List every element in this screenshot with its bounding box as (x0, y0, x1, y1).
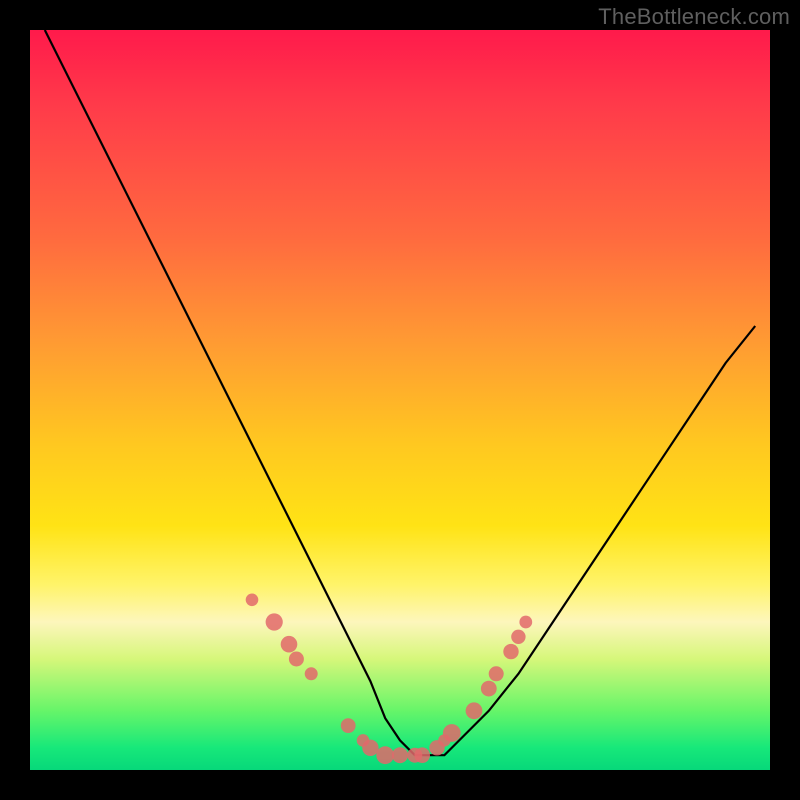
curve-svg (30, 30, 770, 770)
salmon-dot (246, 594, 259, 607)
chart-frame: TheBottleneck.com (0, 0, 800, 800)
salmon-dot (503, 644, 518, 659)
salmon-dot (481, 681, 497, 697)
salmon-dot (443, 724, 461, 742)
salmon-dot (376, 746, 394, 764)
watermark-text: TheBottleneck.com (598, 4, 790, 30)
salmon-dot (466, 702, 483, 719)
salmon-dot (281, 636, 298, 653)
salmon-dot (511, 630, 525, 644)
salmon-dot (305, 667, 318, 680)
plot-area (30, 30, 770, 770)
salmon-dots-group (246, 594, 533, 765)
salmon-dot (289, 652, 304, 667)
salmon-dot (489, 666, 504, 681)
bottleneck-curve (45, 30, 755, 755)
salmon-dot (266, 613, 283, 630)
salmon-dot (414, 747, 430, 763)
salmon-dot (519, 616, 532, 629)
salmon-dot (341, 718, 356, 733)
salmon-dot (392, 747, 408, 763)
salmon-dot (362, 740, 378, 756)
